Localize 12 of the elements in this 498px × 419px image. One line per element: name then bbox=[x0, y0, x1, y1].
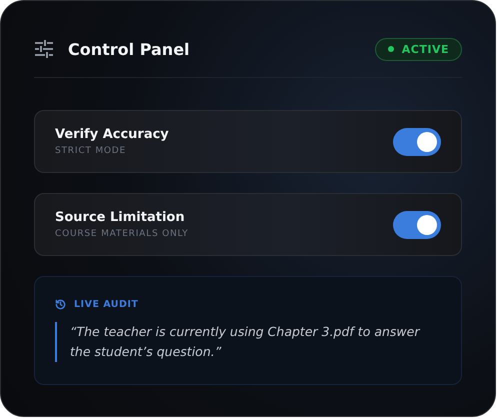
sliders-icon bbox=[34, 40, 54, 58]
setting-subtitle: COURSE MATERIALS ONLY bbox=[55, 229, 190, 239]
audit-quote: “The teacher is currently using Chapter 3.pdf to answer the student’s question.” bbox=[55, 322, 441, 362]
setting-title: Verify Accuracy bbox=[55, 127, 170, 142]
history-icon bbox=[55, 299, 66, 310]
setting-title: Source Limitation bbox=[55, 210, 186, 225]
panel-title: Control Panel bbox=[68, 40, 191, 58]
setting-subtitle: STRICT MODE bbox=[55, 146, 128, 156]
toggle-switch[interactable] bbox=[393, 128, 441, 156]
toggle-switch[interactable] bbox=[393, 210, 441, 238]
audit-label: LIVE AUDIT bbox=[74, 299, 138, 310]
status-badge: ACTIVE bbox=[374, 38, 462, 60]
